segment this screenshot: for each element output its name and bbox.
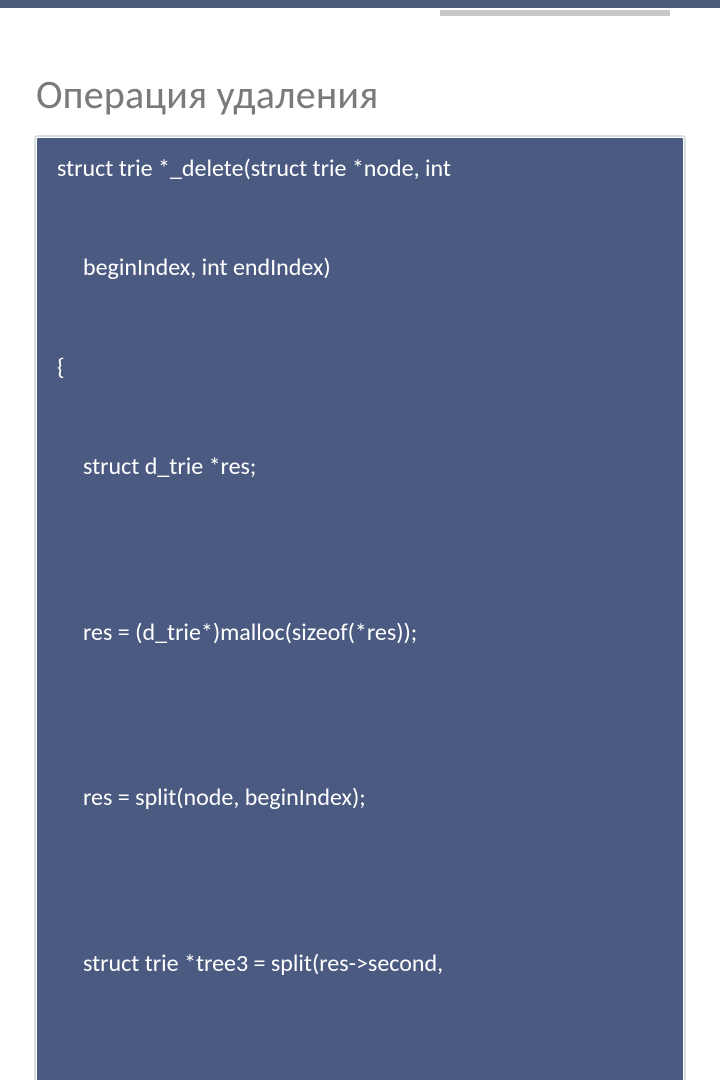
code-line: struct trie *_delete(struct trie *node, … bbox=[57, 152, 663, 185]
code-line: struct d_trie *res; bbox=[57, 384, 663, 550]
code-line: res = split(node, beginIndex); bbox=[57, 715, 663, 881]
code-line: { bbox=[57, 351, 663, 384]
code-block: struct trie *_delete(struct trie *node, … bbox=[36, 137, 684, 1080]
code-line: struct trie *tree3 = split(res->second, bbox=[57, 880, 663, 1046]
slide-body: Операция удаления struct trie *_delete(s… bbox=[0, 0, 720, 540]
code-line: res = (d_trie*)malloc(sizeof(*res)); bbox=[57, 549, 663, 715]
code-line: endIndex - beginIndex)->second; bbox=[57, 1046, 663, 1080]
slide-title: Операция удаления bbox=[36, 70, 684, 119]
code-line: beginIndex, int endIndex) bbox=[57, 185, 663, 351]
